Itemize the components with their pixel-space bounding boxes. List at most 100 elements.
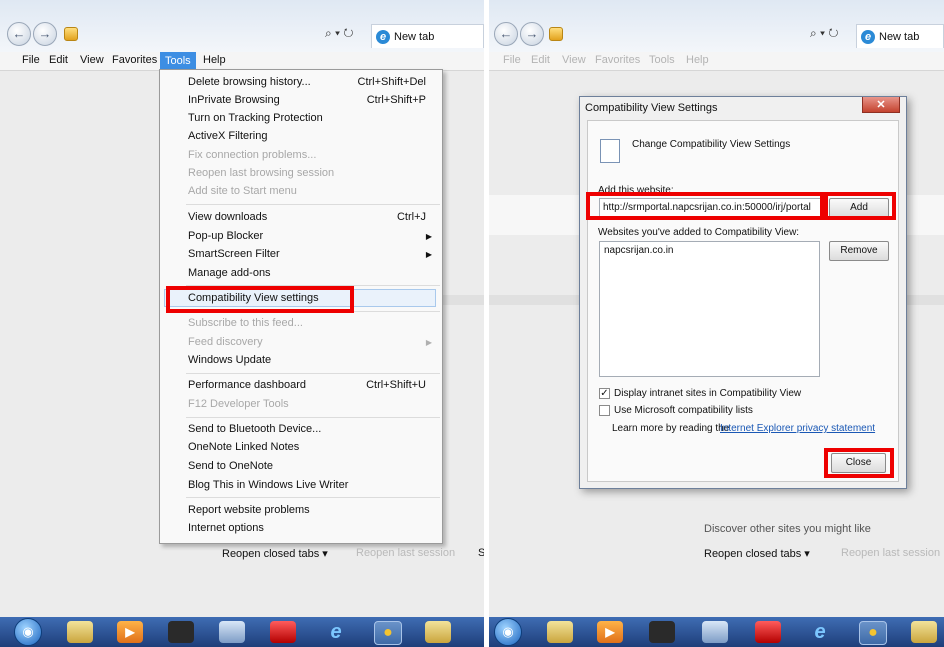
taskbar: ◉ ▶ e ● — [489, 617, 944, 647]
forward-button[interactable]: → — [520, 22, 544, 46]
address-tools[interactable]: ⌕ ▾ ↻ — [325, 26, 354, 41]
chrome-icon[interactable]: ● — [859, 621, 887, 645]
menu-item-performance-dashboard[interactable]: Performance dashboard — [188, 379, 306, 391]
forward-arrow-icon: → — [38, 26, 52, 41]
pdf-icon[interactable] — [755, 621, 781, 643]
annotation-highlight-box — [824, 192, 896, 220]
menu-favorites[interactable]: Favorites — [112, 54, 157, 66]
dialog-heading: Change Compatibility View Settings — [632, 139, 791, 150]
shortcut-label: Ctrl+Shift+P — [366, 94, 426, 106]
address-tools[interactable]: ⌕ ▾ ↻ — [810, 26, 839, 41]
dialog-close-button[interactable]: ✕ — [862, 97, 900, 113]
forward-button[interactable]: → — [33, 22, 57, 46]
menu-item-activex-filtering[interactable]: ActiveX Filtering — [188, 130, 267, 142]
intranet-checkbox[interactable]: ✓ — [599, 388, 610, 399]
browser-chrome: ← → ⌕ ▾ ↻ e New tab — [489, 0, 944, 52]
submenu-arrow-icon: ▶ — [425, 338, 432, 347]
annotation-highlight-box — [824, 448, 894, 478]
menu-bar: File Edit View Favorites Tools Help — [489, 52, 944, 71]
menu-view[interactable]: View — [80, 54, 104, 66]
menu-item-send-bluetooth[interactable]: Send to Bluetooth Device... — [188, 423, 321, 435]
menu-tools[interactable]: Tools — [649, 54, 675, 66]
annotation-highlight-box — [166, 286, 354, 313]
menu-file[interactable]: File — [22, 54, 40, 66]
menu-item-subscribe-feed: Subscribe to this feed... — [188, 317, 303, 329]
page-bar — [441, 295, 484, 305]
submenu-arrow-icon: ▶ — [425, 250, 432, 259]
websites-list[interactable]: napcsrijan.co.in — [599, 241, 820, 377]
websites-list-label: Websites you've added to Compatibility V… — [598, 227, 800, 238]
start-orb-icon[interactable]: ◉ — [14, 618, 42, 646]
menu-item-popup-blocker[interactable]: Pop-up Blocker — [188, 230, 263, 242]
file-explorer-icon[interactable] — [67, 621, 93, 643]
menu-help[interactable]: Help — [203, 54, 226, 66]
menu-item-view-downloads[interactable]: View downloads — [188, 211, 267, 223]
list-item[interactable]: napcsrijan.co.in — [604, 245, 673, 256]
menu-item-f12-tools: F12 Developer Tools — [188, 398, 289, 410]
reopen-last-session-link[interactable]: Reopen last session — [841, 547, 940, 559]
menu-separator — [186, 497, 440, 498]
menu-item-tracking-protection[interactable]: Turn on Tracking Protection — [188, 112, 323, 124]
tab-label: New tab — [394, 31, 435, 43]
tab-label: New tab — [879, 31, 920, 43]
forward-arrow-icon: → — [525, 26, 539, 41]
chrome-icon[interactable]: ● — [374, 621, 402, 645]
utility-icon[interactable] — [702, 621, 728, 643]
dialog-title: Compatibility View Settings — [585, 102, 718, 114]
ms-lists-checkbox-label: Use Microsoft compatibility lists — [614, 405, 753, 416]
tab-new-tab[interactable]: e New tab — [371, 24, 484, 48]
internet-explorer-icon[interactable]: e — [807, 621, 833, 643]
back-arrow-icon: ← — [499, 26, 513, 41]
remove-button[interactable]: Remove — [829, 241, 889, 261]
tab-new-tab[interactable]: e New tab — [856, 24, 944, 48]
left-screenshot-pane: ← → ⌕ ▾ ↻ e New tab File Edit View Favor… — [0, 0, 484, 647]
start-orb-icon[interactable]: ◉ — [494, 618, 522, 646]
intranet-checkbox-label: Display intranet sites in Compatibility … — [614, 388, 802, 399]
shortcut-label: Ctrl+Shift+Del — [357, 76, 426, 88]
menu-item-report-problems[interactable]: Report website problems — [188, 504, 310, 516]
privacy-statement-link[interactable]: Internet Explorer privacy statement — [720, 423, 875, 434]
internet-explorer-icon[interactable]: e — [323, 621, 349, 643]
menu-item-delete-history[interactable]: Delete browsing history... — [188, 76, 311, 88]
submenu-arrow-icon: ▶ — [425, 232, 432, 241]
reopen-closed-tabs-link[interactable]: Reopen closed tabs ▾ — [222, 547, 328, 560]
menu-separator — [186, 417, 440, 418]
compatibility-document-icon — [600, 139, 620, 163]
back-button[interactable]: ← — [494, 22, 518, 46]
back-button[interactable]: ← — [7, 22, 31, 46]
menu-file[interactable]: File — [503, 54, 521, 66]
pdf-icon[interactable] — [270, 621, 296, 643]
file-explorer-icon[interactable] — [547, 621, 573, 643]
ms-lists-checkbox[interactable] — [599, 405, 610, 416]
menu-item-internet-options[interactable]: Internet options — [188, 522, 264, 534]
menu-edit[interactable]: Edit — [531, 54, 550, 66]
discover-sites-text[interactable]: Discover other sites you might like — [704, 523, 871, 535]
folder-icon[interactable] — [425, 621, 451, 643]
menu-item-blog-this[interactable]: Blog This in Windows Live Writer — [188, 479, 348, 491]
right-screenshot-pane: ← → ⌕ ▾ ↻ e New tab File Edit View Favor… — [489, 0, 944, 647]
media-player-icon[interactable]: ▶ — [597, 621, 623, 643]
menu-item-windows-update[interactable]: Windows Update — [188, 354, 271, 366]
menu-item-inprivate[interactable]: InPrivate Browsing — [188, 94, 280, 106]
menu-item-onenote-linked[interactable]: OneNote Linked Notes — [188, 441, 299, 453]
media-player-icon[interactable]: ▶ — [117, 621, 143, 643]
menu-item-smartscreen[interactable]: SmartScreen Filter — [188, 248, 280, 260]
browser-chrome: ← → ⌕ ▾ ↻ e New tab — [0, 0, 484, 52]
menu-tools[interactable]: Tools — [160, 52, 196, 70]
folder-icon[interactable] — [911, 621, 937, 643]
back-arrow-icon: ← — [12, 26, 26, 41]
reopen-closed-tabs-link[interactable]: Reopen closed tabs ▾ — [704, 547, 810, 560]
menu-edit[interactable]: Edit — [49, 54, 68, 66]
menu-help[interactable]: Help — [686, 54, 709, 66]
menu-item-manage-addons[interactable]: Manage add-ons — [188, 267, 271, 279]
menu-favorites[interactable]: Favorites — [595, 54, 640, 66]
close-icon: ✕ — [876, 99, 886, 111]
app-icon[interactable] — [649, 621, 675, 643]
dialog-body: Change Compatibility View Settings Add t… — [587, 120, 899, 482]
menu-item-send-onenote[interactable]: Send to OneNote — [188, 460, 273, 472]
app-icon[interactable] — [168, 621, 194, 643]
reopen-last-session-link[interactable]: Reopen last session — [356, 547, 455, 559]
utility-icon[interactable] — [219, 621, 245, 643]
menu-view[interactable]: View — [562, 54, 586, 66]
page-favicon-icon — [64, 27, 78, 41]
